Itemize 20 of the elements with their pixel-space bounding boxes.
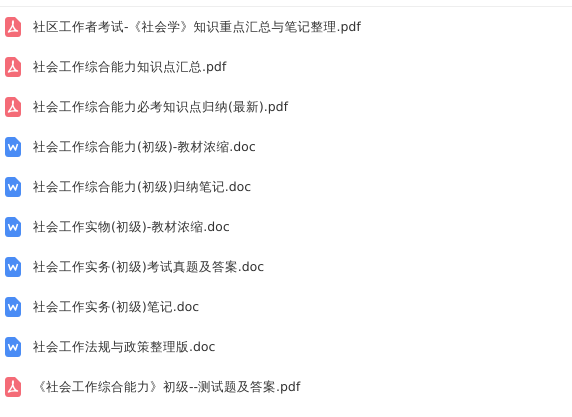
word-file-icon — [5, 297, 21, 317]
file-name[interactable]: 社会工作综合能力知识点汇总.pdf — [33, 58, 226, 76]
pdf-file-icon — [5, 97, 21, 117]
pdf-file-icon — [5, 17, 21, 37]
file-name[interactable]: 社会工作综合能力(初级)-教材浓缩.doc — [33, 138, 256, 156]
file-name[interactable]: 社会工作实物(初级)-教材浓缩.doc — [33, 218, 230, 236]
file-name[interactable]: 社会工作实务(初级)笔记.doc — [33, 298, 200, 316]
word-file-icon — [5, 217, 21, 237]
file-name[interactable]: 社会工作综合能力必考知识点归纳(最新).pdf — [33, 98, 288, 116]
word-file-icon — [5, 137, 21, 157]
file-name[interactable]: 社区工作者考试-《社会学》知识重点汇总与笔记整理.pdf — [33, 18, 361, 36]
file-name[interactable]: 社会工作实务(初级)考试真题及答案.doc — [33, 258, 264, 276]
word-file-icon — [5, 337, 21, 357]
file-name[interactable]: 社会工作法规与政策整理版.doc — [33, 338, 216, 356]
pdf-file-icon — [5, 377, 21, 397]
file-name[interactable]: 社会工作综合能力(初级)归纳笔记.doc — [33, 178, 252, 196]
word-file-icon — [5, 257, 21, 277]
file-name[interactable]: 《社会工作综合能力》初级--测试题及答案.pdf — [33, 378, 300, 396]
word-file-icon — [5, 177, 21, 197]
pdf-file-icon — [5, 57, 21, 77]
